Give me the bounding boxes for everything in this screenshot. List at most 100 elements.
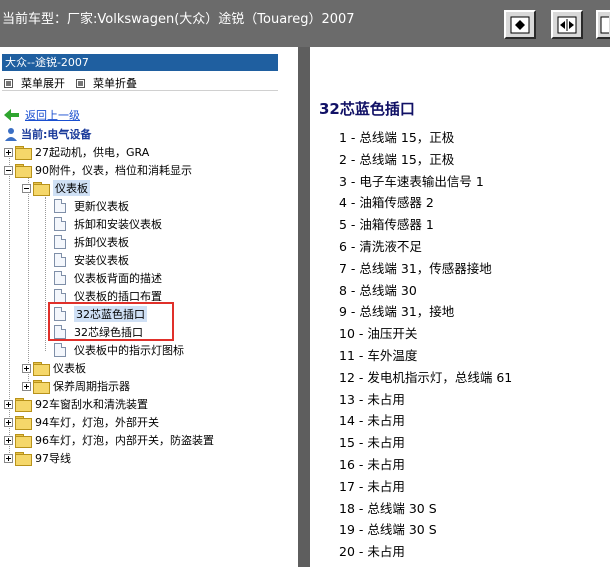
pin-item: 19 - 总线端 30 S xyxy=(339,522,437,538)
document-icon xyxy=(54,289,66,303)
tree-folder-92[interactable]: 92车窗刮水和清洗装置 xyxy=(4,395,148,413)
pin-item: 14 - 未占用 xyxy=(339,413,405,429)
tree-folder-27[interactable]: 27起动机，供电，GRA xyxy=(4,143,149,161)
tree-label: 仪表板 xyxy=(53,180,90,196)
tree-label: 90附件，仪表，档位和消耗显示 xyxy=(35,164,192,177)
tree-label: 94车灯，灯泡，外部开关 xyxy=(35,416,159,429)
pin-list: 1 - 总线端 15，正极 2 - 总线端 15，正极 3 - 电子车速表输出信号 … xyxy=(339,127,512,567)
pin-item: 6 - 清洗液不足 xyxy=(339,238,422,254)
split-arrows-icon xyxy=(557,16,577,33)
tree-item[interactable]: 拆卸仪表板 xyxy=(54,233,129,251)
folder-icon xyxy=(15,146,32,160)
folder-open-icon xyxy=(15,164,32,178)
pin-item: 17 - 未占用 xyxy=(339,478,405,494)
folder-icon xyxy=(15,434,32,448)
pin-item: 21 - 未占用 xyxy=(339,563,512,567)
pin-item: 11 - 车外温度 xyxy=(339,347,418,363)
tree-folder-96[interactable]: 96车灯，灯泡，内部开关，防盗装置 xyxy=(4,431,214,449)
collapse-icon xyxy=(76,78,85,88)
sidebar: 大众--途锐-2007 菜单展开 菜单折叠 返回上一级 当前:电气设备 27起动… xyxy=(0,47,298,567)
pin-item: 13 - 未占用 xyxy=(339,391,405,407)
expand-toggle-icon[interactable] xyxy=(22,363,31,373)
back-link-label: 返回上一级 xyxy=(25,109,80,122)
pin-item: 16 - 未占用 xyxy=(339,456,405,472)
content-pane: 32芯蓝色插口 1 - 总线端 15，正极 2 - 总线端 15，正极 3 - 电子… xyxy=(310,47,610,567)
tree-label: 仪表板背面的描述 xyxy=(74,272,162,285)
pin-item: 15 - 未占用 xyxy=(339,435,405,451)
pin-item: 7 - 总线端 31，传感器接地 xyxy=(339,260,492,276)
tree-folder-instrument-panel-2[interactable]: 仪表板 xyxy=(22,359,86,377)
tree-label: 仪表板 xyxy=(53,362,86,375)
tree-item[interactable]: 仪表板中的指示灯图标 xyxy=(54,341,184,359)
split-arrows-button[interactable] xyxy=(551,10,583,39)
window-title: 当前车型：厂家:Volkswagen(大众）途锐（Touareg）2007 xyxy=(2,12,355,27)
expand-toggle-icon[interactable] xyxy=(4,417,13,427)
back-link[interactable]: 返回上一级 xyxy=(4,107,80,123)
document-icon xyxy=(54,199,66,213)
pin-item: 10 - 油压开关 xyxy=(339,326,418,342)
tree-folder-instrument-panel[interactable]: 仪表板 xyxy=(22,179,90,197)
current-category-label: 当前:电气设备 xyxy=(21,128,92,141)
expand-toggle-icon[interactable] xyxy=(4,453,13,463)
pin-item: 1 - 总线端 15，正极 xyxy=(339,130,455,145)
document-icon xyxy=(54,253,66,267)
pin-item: 12 - 发电机指示灯，总线端 61 xyxy=(339,369,513,385)
collapse-toggle-icon[interactable] xyxy=(4,165,13,175)
expand-toggle-icon[interactable] xyxy=(22,381,31,391)
tree-item[interactable]: 拆卸和安装仪表板 xyxy=(54,215,162,233)
tree-label: 拆卸和安装仪表板 xyxy=(74,218,162,231)
partial-toolbar-button[interactable] xyxy=(596,10,610,39)
back-arrow-icon xyxy=(4,109,19,121)
folder-icon xyxy=(15,452,32,466)
tree-label: 更新仪表板 xyxy=(74,200,129,213)
expand-menu-label: 菜单展开 xyxy=(21,77,65,90)
tree-label: 拆卸仪表板 xyxy=(74,236,129,249)
tree-folder-97[interactable]: 97导线 xyxy=(4,449,71,467)
pin-item: 2 - 总线端 15，正极 xyxy=(339,151,455,167)
document-icon xyxy=(54,235,66,249)
expand-toggle-icon[interactable] xyxy=(4,399,13,409)
tree-folder-service-indicator[interactable]: 保养周期指示器 xyxy=(22,377,130,395)
pin-item: 3 - 电子车速表输出信号 1 xyxy=(339,173,484,189)
tree-line xyxy=(45,197,46,351)
tree-folder-90[interactable]: 90附件，仪表，档位和消耗显示 xyxy=(4,161,192,179)
collapse-toggle-icon[interactable] xyxy=(22,183,31,193)
document-icon xyxy=(54,217,66,231)
collapse-menu-label: 菜单折叠 xyxy=(93,77,137,90)
pane-splitter[interactable] xyxy=(298,47,310,567)
divider xyxy=(2,90,278,91)
diamond-right-button[interactable] xyxy=(504,10,536,39)
folder-icon xyxy=(15,416,32,430)
expand-icon xyxy=(4,78,13,88)
folder-open-icon xyxy=(33,182,50,196)
expand-toggle-icon[interactable] xyxy=(4,147,13,157)
tree-item[interactable]: 仪表板背面的描述 xyxy=(54,269,162,287)
pin-item: 9 - 总线端 31，接地 xyxy=(339,304,455,320)
tree-item[interactable]: 安装仪表板 xyxy=(54,251,129,269)
tree-label: 安装仪表板 xyxy=(74,254,129,267)
expand-toggle-icon[interactable] xyxy=(4,435,13,445)
title-bar: 当前车型：厂家:Volkswagen(大众）途锐（Touareg）2007 xyxy=(0,0,610,47)
pin-item: 18 - 总线端 30 S xyxy=(339,500,437,516)
tree-label: 仪表板中的指示灯图标 xyxy=(74,344,184,357)
current-category: 当前:电气设备 xyxy=(4,126,91,142)
expand-menu-button[interactable]: 菜单展开 xyxy=(4,75,65,91)
red-highlight-box xyxy=(48,302,174,341)
selected-vehicle-header[interactable]: 大众--途锐-2007 xyxy=(2,54,278,71)
tree-label: 96车灯，灯泡，内部开关，防盗装置 xyxy=(35,434,214,447)
pin-item: 8 - 总线端 30 xyxy=(339,282,417,298)
tree-line xyxy=(28,177,29,387)
pin-item: 4 - 油箱传感器 2 xyxy=(339,195,434,211)
tree-item[interactable]: 更新仪表板 xyxy=(54,197,129,215)
content-heading: 32芯蓝色插口 xyxy=(319,100,415,118)
divider xyxy=(2,72,278,73)
folder-icon xyxy=(33,362,50,376)
pin-item: 5 - 油箱传感器 1 xyxy=(339,217,434,233)
tree-folder-94[interactable]: 94车灯，灯泡，外部开关 xyxy=(4,413,159,431)
diamond-right-icon xyxy=(510,16,530,33)
collapse-menu-button[interactable]: 菜单折叠 xyxy=(76,75,137,91)
pin-item: 20 - 未占用 xyxy=(339,544,405,560)
tree-label: 27起动机，供电，GRA xyxy=(35,146,150,159)
document-icon xyxy=(54,271,66,285)
tree-label: 97导线 xyxy=(35,452,71,465)
